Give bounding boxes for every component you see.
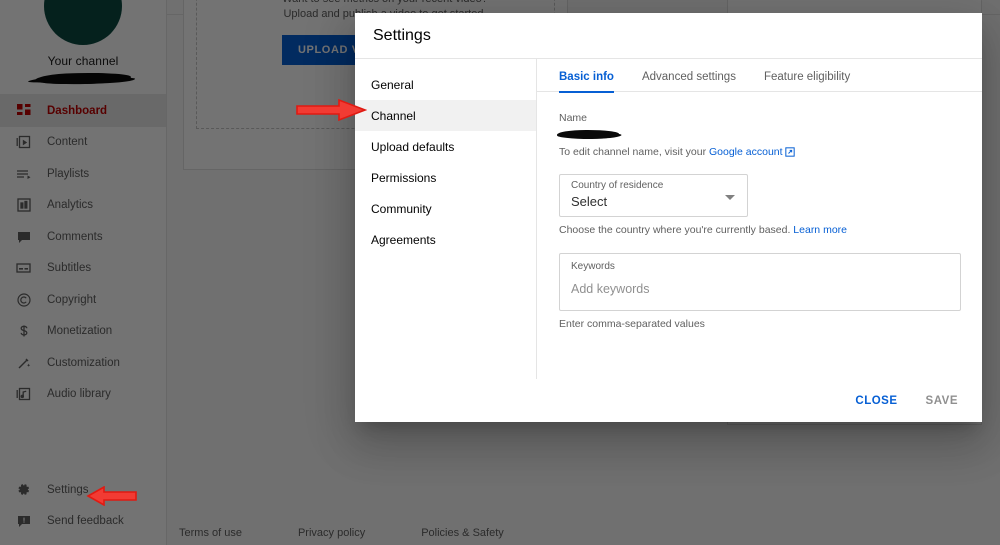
settings-dialog-footer: CLOSE SAVE: [355, 379, 982, 422]
close-button[interactable]: CLOSE: [847, 389, 905, 413]
annotation-arrow-to-settings: [86, 486, 137, 506]
keywords-label: Keywords: [571, 261, 615, 272]
tab-label: Feature eligibility: [763, 71, 851, 83]
redacted-name-value: [557, 130, 619, 139]
name-help-prefix: To edit channel name, visit your: [559, 146, 709, 158]
external-link-icon: [784, 147, 795, 160]
country-of-residence-select[interactable]: Country of residence Select: [559, 174, 748, 217]
settings-content-pane: Basic info Advanced settings Feature eli…: [537, 59, 982, 379]
keywords-placeholder: Add keywords: [571, 282, 650, 296]
chevron-down-icon: [725, 195, 735, 200]
keywords-help-text: Enter comma-separated values: [559, 318, 705, 330]
basic-info-form: Name To edit channel name, visit your Go…: [537, 92, 982, 330]
name-label: Name: [559, 112, 588, 124]
settings-dialog-body: General Channel Upload defaults Permissi…: [355, 59, 982, 379]
settings-nav-label: Community: [371, 201, 432, 216]
tab-advanced-settings[interactable]: Advanced settings: [642, 71, 736, 92]
tab-label: Basic info: [559, 71, 614, 83]
youtube-studio-settings-screen: Your channel Dashboard Content: [0, 0, 1000, 545]
country-select-label: Country of residence: [571, 180, 664, 191]
settings-nav: General Channel Upload defaults Permissi…: [355, 59, 537, 379]
settings-dialog: Settings General Channel Upload defaults…: [355, 13, 982, 422]
annotation-arrow-to-channel: [296, 98, 367, 122]
country-select-value: Select: [571, 194, 608, 209]
settings-nav-label: Channel: [371, 108, 416, 123]
settings-nav-item-agreements[interactable]: Agreements: [355, 224, 536, 255]
settings-nav-item-upload-defaults[interactable]: Upload defaults: [355, 131, 536, 162]
tab-basic-info[interactable]: Basic info: [559, 71, 614, 93]
settings-nav-item-general[interactable]: General: [355, 69, 536, 100]
country-help-text: Choose the country where you're currentl…: [559, 224, 958, 236]
settings-nav-label: General: [371, 77, 414, 92]
settings-nav-item-channel[interactable]: Channel: [355, 100, 536, 131]
settings-dialog-header: Settings: [355, 13, 982, 59]
settings-nav-label: Agreements: [371, 232, 436, 247]
learn-more-link[interactable]: Learn more: [793, 224, 847, 236]
settings-nav-label: Upload defaults: [371, 139, 455, 154]
google-account-link[interactable]: Google account: [709, 146, 783, 158]
tab-label: Advanced settings: [641, 71, 736, 83]
tab-feature-eligibility[interactable]: Feature eligibility: [764, 71, 850, 92]
keywords-input[interactable]: Keywords Add keywords: [559, 253, 961, 311]
country-help-prefix: Choose the country where you're currentl…: [559, 224, 794, 236]
settings-nav-label: Permissions: [371, 170, 437, 185]
page-title: Settings: [373, 26, 431, 44]
save-button: SAVE: [918, 389, 966, 413]
settings-nav-item-community[interactable]: Community: [355, 193, 536, 224]
name-help-text: To edit channel name, visit your Google …: [559, 146, 958, 160]
settings-tabs: Basic info Advanced settings Feature eli…: [537, 59, 982, 93]
settings-nav-item-permissions[interactable]: Permissions: [355, 162, 536, 193]
